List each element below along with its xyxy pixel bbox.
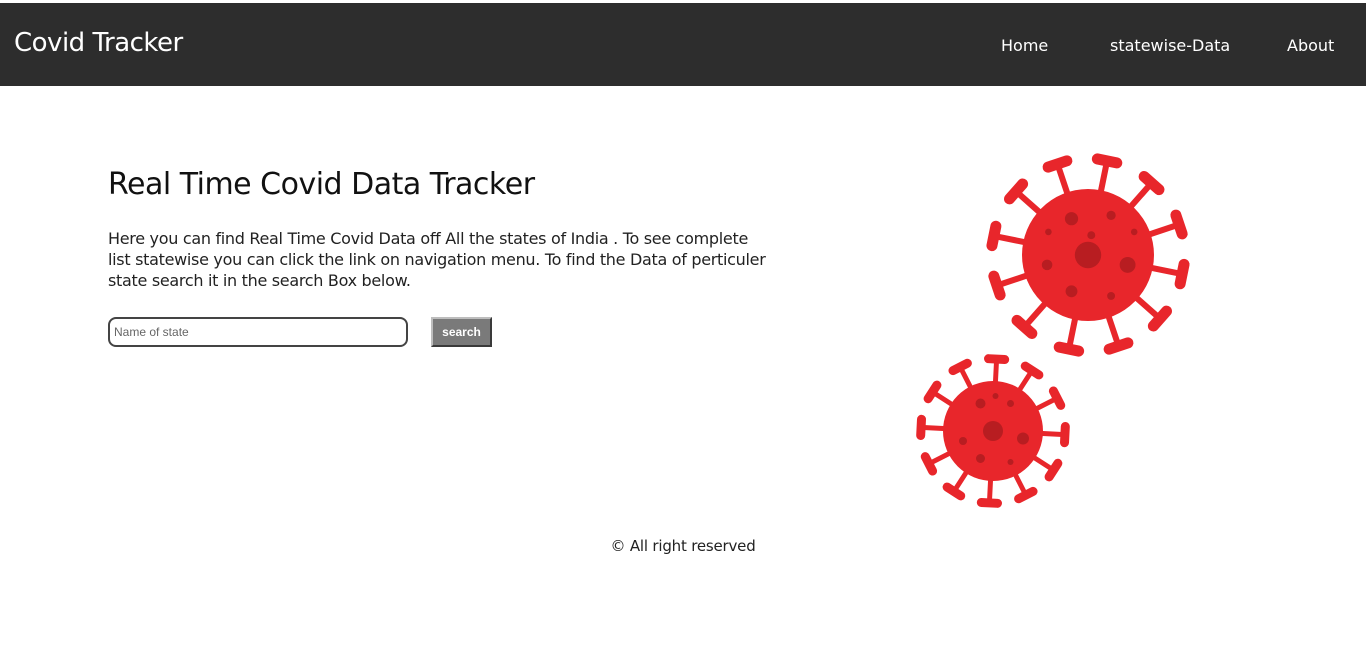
nav-link-statewise-data[interactable]: statewise-Data (1110, 36, 1230, 55)
page-title: Real Time Covid Data Tracker (108, 167, 535, 202)
search-button[interactable]: search (431, 317, 492, 347)
page-description: Here you can find Real Time Covid Data o… (108, 229, 766, 290)
footer-copyright: © All right reserved (610, 537, 756, 555)
small-virus-icon (916, 354, 1070, 508)
nav-link-home[interactable]: Home (1001, 36, 1048, 55)
navbar: Covid Tracker Home statewise-Data About (0, 3, 1366, 86)
nav-link-about[interactable]: About (1287, 36, 1334, 55)
brand-logo-text[interactable]: Covid Tracker (14, 28, 183, 58)
coronavirus-illustration (916, 153, 1190, 508)
large-virus-icon (986, 153, 1190, 357)
state-search-input[interactable] (108, 317, 408, 347)
